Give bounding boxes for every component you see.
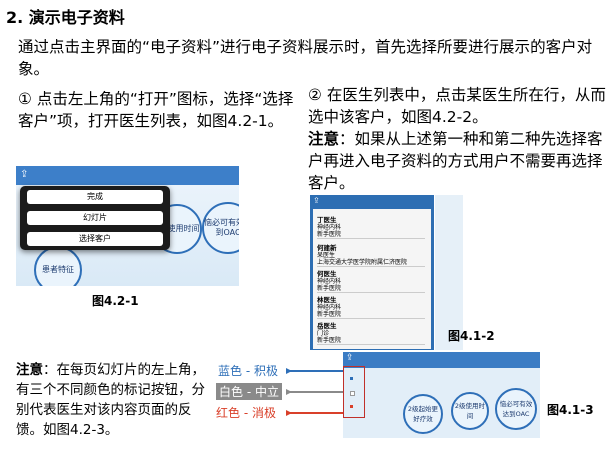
legend-blue: 蓝色 - 积极 (218, 364, 278, 378)
figure-4-1-3: ⇪ 2级起始更好疗效 2级使用时间 恼必可有效达到OAC (343, 352, 540, 438)
feedback-blue-button[interactable] (350, 377, 353, 380)
open-menu: 完成 幻灯片 选择客户 (20, 186, 170, 250)
step2-text: ② 在医生列表中，点击某医生所在行，从而选中该客户，如图4.2-2。 (308, 86, 606, 126)
note-body: ：如果从上述第一种和第二种先选择客户再进入电子资料的方式用户不需要再选择客户。 (308, 130, 603, 192)
bubble-oac: 恼必可有效达到OAC (495, 388, 537, 430)
bubble-usage-time: 2级使用时间 (451, 392, 489, 430)
intro-text: 通过点击主界面的“电子资料”进行电子资料展示时，首先选择所要进行展示的客户对象。 (18, 38, 593, 78)
figure-4-2-1: ⇪ 2级使用时间 恼必可有效达到OAC 患者特征 完成 幻灯片 选择客户 (16, 166, 239, 286)
doctor-row[interactable]: 岳医生 门诊 新手医院 (317, 323, 425, 345)
bubble-patient-features: 患者特征 (34, 246, 82, 286)
step1-text: ① 点击左上角的“打开”图标，选择“选择客户”项，打开医生列表，如图4.2-1。 (18, 90, 294, 130)
doctor-row[interactable]: 何建新 呆医生 上海交通大学医学院附属仁济医院 (317, 245, 425, 267)
note2-body: ：在每页幻灯片的左上角，有三个不同颜色的标记按钮，分别代表医生对该内容页面的反馈… (16, 362, 205, 438)
note2-label: 注意 (16, 362, 43, 378)
section-title: 2. 演示电子资料 (6, 8, 125, 27)
caption-4-1-2: 图4.1-2 (448, 329, 495, 343)
bubble-oac: 恼必可有效达到OAC (202, 202, 239, 254)
open-icon[interactable]: ⇪ (20, 169, 28, 180)
feedback-red-button[interactable] (350, 405, 353, 408)
menu-item-slides[interactable]: 幻灯片 (27, 211, 163, 225)
doctor-list: 丁医生 神经内科 新手医院 何建新 呆医生 上海交通大学医学院附属仁济医院 何医生 神经内… (313, 209, 431, 349)
feedback-white-button[interactable] (350, 391, 355, 396)
legend-red: 红色 - 消极 (216, 406, 276, 420)
open-icon[interactable]: ⇪ (313, 196, 320, 205)
note-label: 注意 (308, 130, 340, 148)
bubble-better-efficacy: 2级起始更好疗效 (403, 394, 443, 434)
feedback-marks (343, 366, 365, 418)
figure-4-1-2: ⇪ 丁医生 神经内科 新手医院 何建新 呆医生 上海交通大学医学院附属仁济医院 何医生神… (310, 195, 434, 350)
doctor-row[interactable]: 何医生 神经内科 新手医院 (317, 271, 425, 293)
legend-arrows (286, 365, 346, 419)
doctor-row[interactable]: 林医生 神经内科 新手医院 (317, 297, 425, 319)
caption-4-1-3: 图4.1-3 (547, 403, 594, 417)
legend-white: 白色 - 中立 (216, 383, 282, 400)
note-text: 注意：如果从上述第一种和第二种先选择客户再进入电子资料的方式用户不需要再选择客户… (308, 128, 608, 194)
menu-item-done[interactable]: 完成 (27, 190, 163, 204)
step2-block: ② 在医生列表中，点击某医生所在行，从而选中该客户，如图4.2-2。 注意：如果… (308, 84, 608, 194)
caption-4-2-1: 图4.2-1 (92, 294, 139, 308)
note2-text: 注意：在每页幻灯片的左上角，有三个不同颜色的标记按钮，分别代表医生对该内容页面的… (16, 360, 216, 440)
doctor-row[interactable]: 丁医生 神经内科 新手医院 (317, 217, 425, 239)
open-icon[interactable]: ⇪ (346, 353, 354, 363)
menu-item-select-client[interactable]: 选择客户 (27, 232, 163, 246)
